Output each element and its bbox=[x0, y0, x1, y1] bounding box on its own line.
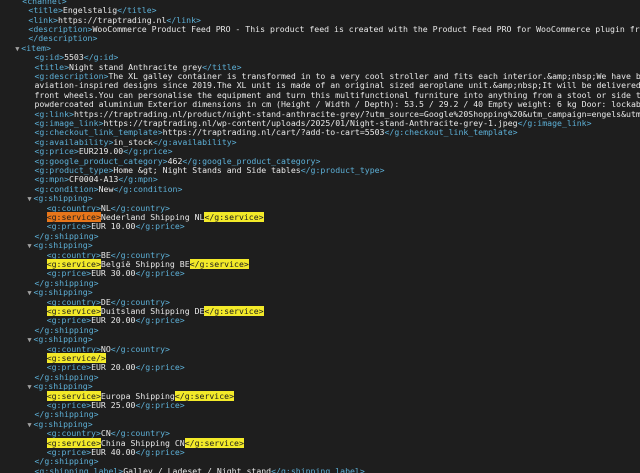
xml-text: New bbox=[98, 183, 114, 194]
collapse-toggle-icon[interactable]: ▼ bbox=[26, 289, 34, 298]
xml-tag: </g:price> bbox=[135, 315, 185, 326]
collapse-toggle-icon[interactable]: ▼ bbox=[26, 195, 34, 204]
xml-tag: </g:price> bbox=[135, 362, 185, 373]
xml-text: WooCommerce Product Feed PRO - This prod… bbox=[92, 24, 640, 34]
search-match: </g:service> bbox=[189, 259, 249, 269]
collapse-toggle-icon[interactable]: ▼ bbox=[26, 242, 34, 251]
xml-tag: </g:price> bbox=[135, 268, 185, 279]
xml-tag: <g:country> bbox=[46, 428, 101, 439]
xml-tag: </g:price> bbox=[135, 400, 185, 410]
xml-tag: </g:product_type> bbox=[300, 165, 385, 175]
xml-tag: </g:image_link> bbox=[517, 118, 592, 128]
xml-tag: </g:checkout_link_template> bbox=[384, 127, 518, 138]
xml-tag: </g:shipping_label> bbox=[271, 465, 365, 473]
code-line: <description>WooCommerce Product Feed PR… bbox=[28, 24, 640, 34]
search-match: </g:service> bbox=[204, 306, 264, 316]
xml-tag: </g:price> bbox=[135, 447, 185, 457]
collapse-toggle-icon[interactable]: ▼ bbox=[26, 383, 34, 392]
search-match: </g:service> bbox=[184, 437, 244, 448]
xml-text: Galley / Ladeset / Night stand bbox=[123, 465, 272, 473]
xml-tag: </g:condition> bbox=[113, 183, 183, 194]
search-match: </g:service> bbox=[204, 212, 264, 222]
collapse-toggle-icon[interactable]: ▼ bbox=[26, 336, 34, 345]
xml-tag: </g:country> bbox=[110, 343, 170, 354]
collapse-toggle-icon[interactable]: ▼ bbox=[26, 421, 34, 430]
xml-tag: </g:price> bbox=[135, 221, 185, 232]
xml-tag: <g:shipping_label> bbox=[34, 465, 124, 473]
code-line: <g:shipping_label>Galley / Ladeset / Nig… bbox=[34, 465, 365, 473]
xml-tag: <g:shipping> bbox=[33, 381, 93, 392]
xml-source-viewer[interactable]: <channel> <title>Engelstalig</title> <link… bbox=[0, 0, 640, 473]
